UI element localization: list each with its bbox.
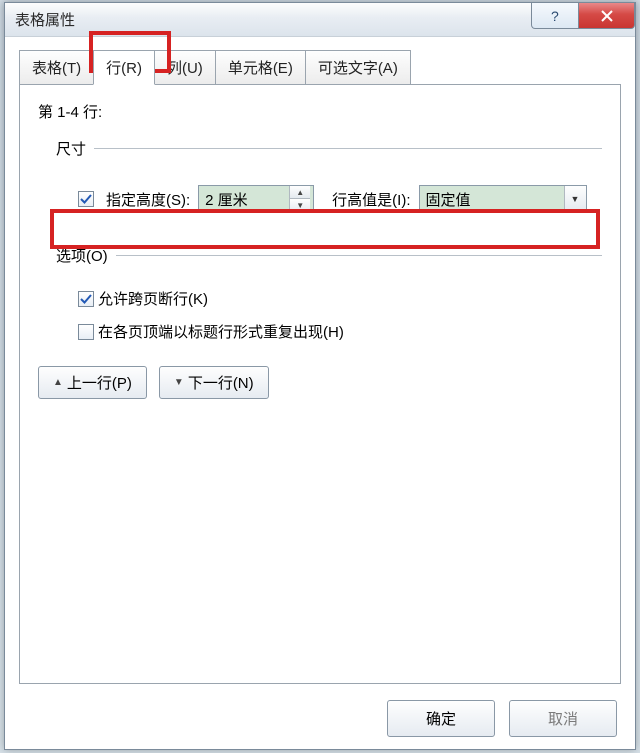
repeat-header-checkbox[interactable]: [78, 324, 94, 340]
help-icon: ?: [548, 9, 562, 23]
previous-row-button[interactable]: ▲ 上一行(P): [38, 366, 147, 399]
spinner-down-button[interactable]: ▼: [290, 199, 310, 212]
dialog-title: 表格属性: [15, 9, 75, 30]
check-icon: [80, 293, 92, 305]
dropdown-button[interactable]: ▼: [564, 186, 586, 212]
tab-cell[interactable]: 单元格(E): [215, 50, 306, 85]
specify-height-checkbox[interactable]: [78, 191, 94, 207]
dialog-footer: 确定 取消: [387, 700, 617, 737]
row-height-is-label: 行高值是(I):: [332, 189, 410, 210]
allow-break-label: 允许跨页断行(K): [98, 288, 208, 309]
rows-heading: 第 1-4 行:: [38, 101, 602, 122]
cancel-button[interactable]: 取消: [509, 700, 617, 737]
height-spinner[interactable]: ▲ ▼: [198, 185, 314, 213]
help-button[interactable]: ?: [531, 3, 579, 29]
tab-strip: 表格(T) 行(R) 列(U) 单元格(E) 可选文字(A): [19, 49, 621, 84]
ok-button[interactable]: 确定: [387, 700, 495, 737]
triangle-up-icon: ▲: [53, 377, 63, 388]
triangle-down-icon: ▼: [174, 377, 184, 388]
row-size-controls: 指定高度(S): ▲ ▼ 行高值是(I): 固定值 ▼: [38, 181, 602, 217]
size-section-label: 尺寸: [38, 138, 602, 159]
tab-content-row: 第 1-4 行: 尺寸 指定高度(S): ▲ ▼ 行高值是(I):: [19, 84, 621, 684]
spinner-up-button[interactable]: ▲: [290, 186, 310, 199]
tab-table[interactable]: 表格(T): [19, 50, 94, 85]
repeat-header-label: 在各页顶端以标题行形式重复出现(H): [98, 321, 344, 342]
next-row-button[interactable]: ▼ 下一行(N): [159, 366, 269, 399]
tab-row[interactable]: 行(R): [93, 50, 155, 85]
check-icon: [80, 193, 92, 205]
row-height-value: 固定值: [426, 189, 471, 210]
row-height-select[interactable]: 固定值 ▼: [419, 185, 587, 213]
tab-column[interactable]: 列(U): [154, 50, 216, 85]
tab-alttext[interactable]: 可选文字(A): [305, 50, 411, 85]
table-properties-dialog: 表格属性 ? 表格(T) 行(R) 列(U) 单元格(E) 可选文字(A) 第 …: [4, 2, 636, 750]
height-input[interactable]: [199, 189, 289, 210]
svg-text:?: ?: [551, 9, 559, 23]
options-section-label: 选项(O): [38, 245, 602, 266]
close-icon: [600, 9, 614, 23]
specify-height-label: 指定高度(S):: [106, 189, 190, 210]
allow-break-checkbox[interactable]: [78, 291, 94, 307]
titlebar[interactable]: 表格属性 ?: [5, 3, 635, 37]
close-button[interactable]: [579, 3, 635, 29]
